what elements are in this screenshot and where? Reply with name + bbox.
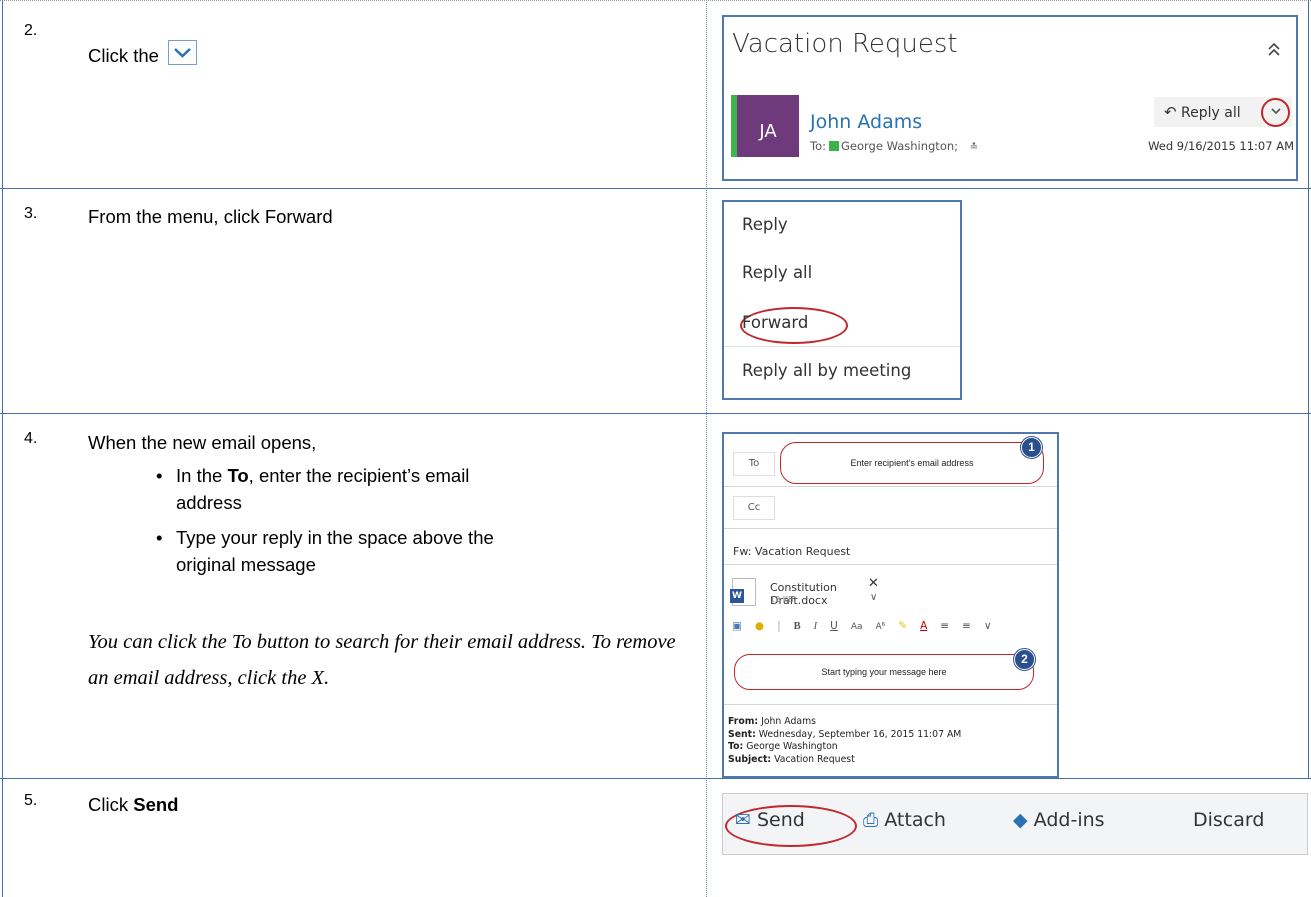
body-highlight: Start typing your message here (734, 654, 1034, 690)
numbering-icon[interactable]: ≡ (962, 620, 971, 632)
field-divider (724, 528, 1057, 529)
font-size-icon[interactable]: Aa (851, 622, 863, 632)
underline-icon[interactable]: U (830, 620, 838, 632)
step-text: From the menu, click Forward (88, 206, 333, 227)
row-divider (0, 413, 1311, 414)
sent-line: Sent: Wednesday, September 16, 2015 11:0… (728, 728, 962, 740)
field-divider (724, 564, 1057, 565)
menu-item-reply-all[interactable]: Reply all (742, 263, 812, 282)
more-icon[interactable]: ∨ (984, 620, 992, 632)
highlight-icon[interactable]: ✎ (898, 620, 907, 632)
addins-button[interactable]: ◆ Add-ins (1013, 809, 1105, 831)
font-color-icon[interactable]: A (920, 620, 927, 632)
toolbar-divider: | (777, 620, 781, 632)
step-text: When the new email opens, (88, 432, 317, 453)
field-divider (724, 486, 1057, 487)
send-button[interactable]: ✉ Send (735, 809, 805, 831)
step-number: 4. (24, 430, 38, 447)
expand-recipients-icon[interactable]: ≛ (970, 142, 978, 153)
to-highlight: Enter recipient’s email address (780, 442, 1044, 484)
attach-button[interactable]: ⎙ Attach (863, 809, 946, 831)
menu-item-reply-all-by-meeting[interactable]: Reply all by meeting (742, 361, 911, 380)
table-right-border (1308, 0, 1309, 778)
original-message-header: From: John Adams Sent: Wednesday, Septem… (728, 716, 961, 766)
attachment-size: 12 KB (770, 595, 794, 604)
row-divider (0, 188, 1311, 189)
to-button[interactable]: To (733, 452, 775, 476)
email-header-screenshot: Vacation Request JA John Adams To: George… (722, 15, 1298, 181)
word-doc-icon: W (730, 578, 756, 606)
avatar: JA (737, 95, 799, 157)
sent-date: Wed 9/16/2015 11:07 AM (1148, 139, 1294, 153)
email-subject: Vacation Request (732, 29, 958, 59)
presence-icon (828, 141, 839, 151)
step-text: Click the (88, 40, 198, 67)
step-number: 5. (24, 792, 38, 809)
addins-icon: ◆ (1013, 809, 1028, 831)
menu-item-reply[interactable]: Reply (742, 215, 788, 234)
subject-field[interactable]: Fw: Vacation Request (733, 545, 850, 558)
body-hint: Start typing your message here (821, 667, 947, 677)
from-line: From: John Adams (728, 716, 816, 727)
emoji-icon[interactable]: ● (755, 620, 764, 632)
list-item: Type your reply in the space above the o… (156, 524, 494, 578)
callout-badge: 1 (1021, 437, 1042, 458)
step-text: Click Send (88, 794, 179, 815)
compose-screenshot: To Enter recipient’s email address 1 Cc … (722, 432, 1059, 778)
step-4-bullets: In the To, enter the recipient’s email a… (156, 462, 494, 578)
recipient-name[interactable]: George Washington; (841, 139, 958, 153)
sender-name[interactable]: John Adams (810, 111, 922, 133)
table-left-border (2, 0, 3, 897)
callout-badge: 2 (1014, 649, 1035, 670)
reply-all-icon: ↶ (1164, 103, 1177, 121)
grow-font-icon[interactable]: A⁶ (876, 622, 886, 632)
paperclip-icon: ⎙ (863, 809, 879, 831)
recipient-line: To: George Washington; ≛ (810, 139, 978, 153)
attachment-card[interactable]: W Constitution Draft.docx 12 KB ✕ ∨ (730, 574, 882, 608)
discard-button[interactable]: Discard (1193, 809, 1264, 831)
to-line: To: George Washington (728, 741, 838, 752)
reply-all-label: ↶ Reply all (1164, 103, 1241, 121)
to-hint: Enter recipient’s email address (850, 458, 974, 468)
remove-attachment-icon[interactable]: ✕ (868, 576, 879, 591)
column-divider (706, 0, 707, 897)
attachment-menu-icon[interactable]: ∨ (870, 592, 877, 603)
bullets-icon[interactable]: ≡ (940, 620, 949, 632)
step-number: 3. (24, 205, 38, 222)
chevron-down-icon (168, 40, 198, 65)
step-number: 2. (24, 22, 38, 39)
italic-icon[interactable]: I (814, 621, 818, 632)
menu-item-forward[interactable]: Forward (742, 313, 808, 332)
bold-icon[interactable]: B (794, 621, 801, 632)
subject-line: Subject: Vacation Request (728, 753, 855, 765)
step-2-label: Click the (88, 45, 159, 66)
reply-all-button[interactable]: ↶ Reply all (1154, 97, 1292, 127)
menu-divider (724, 346, 960, 347)
row-divider (0, 0, 1311, 1)
command-bar-screenshot: ✉ Send ⎙ Attach ◆ Add-ins Discard (722, 793, 1308, 855)
reply-menu-screenshot: Reply Reply all Forward Reply all by mee… (722, 200, 962, 400)
row-divider (0, 778, 1311, 779)
reply-options-chevron-icon[interactable] (1261, 98, 1290, 127)
collapse-icon[interactable] (1268, 41, 1280, 62)
list-item: In the To, enter the recipient’s email a… (156, 462, 494, 516)
field-divider (724, 704, 1057, 705)
image-icon[interactable]: ▣ (732, 620, 742, 632)
to-label: To: (810, 139, 826, 153)
tip-note: You can click the To button to search fo… (88, 631, 676, 689)
cc-button[interactable]: Cc (733, 496, 775, 520)
send-mail-icon: ✉ (735, 809, 751, 831)
format-toolbar: ▣ ● | B I U Aa A⁶ ✎ A ≡ ≡ ∨ (732, 620, 1005, 632)
